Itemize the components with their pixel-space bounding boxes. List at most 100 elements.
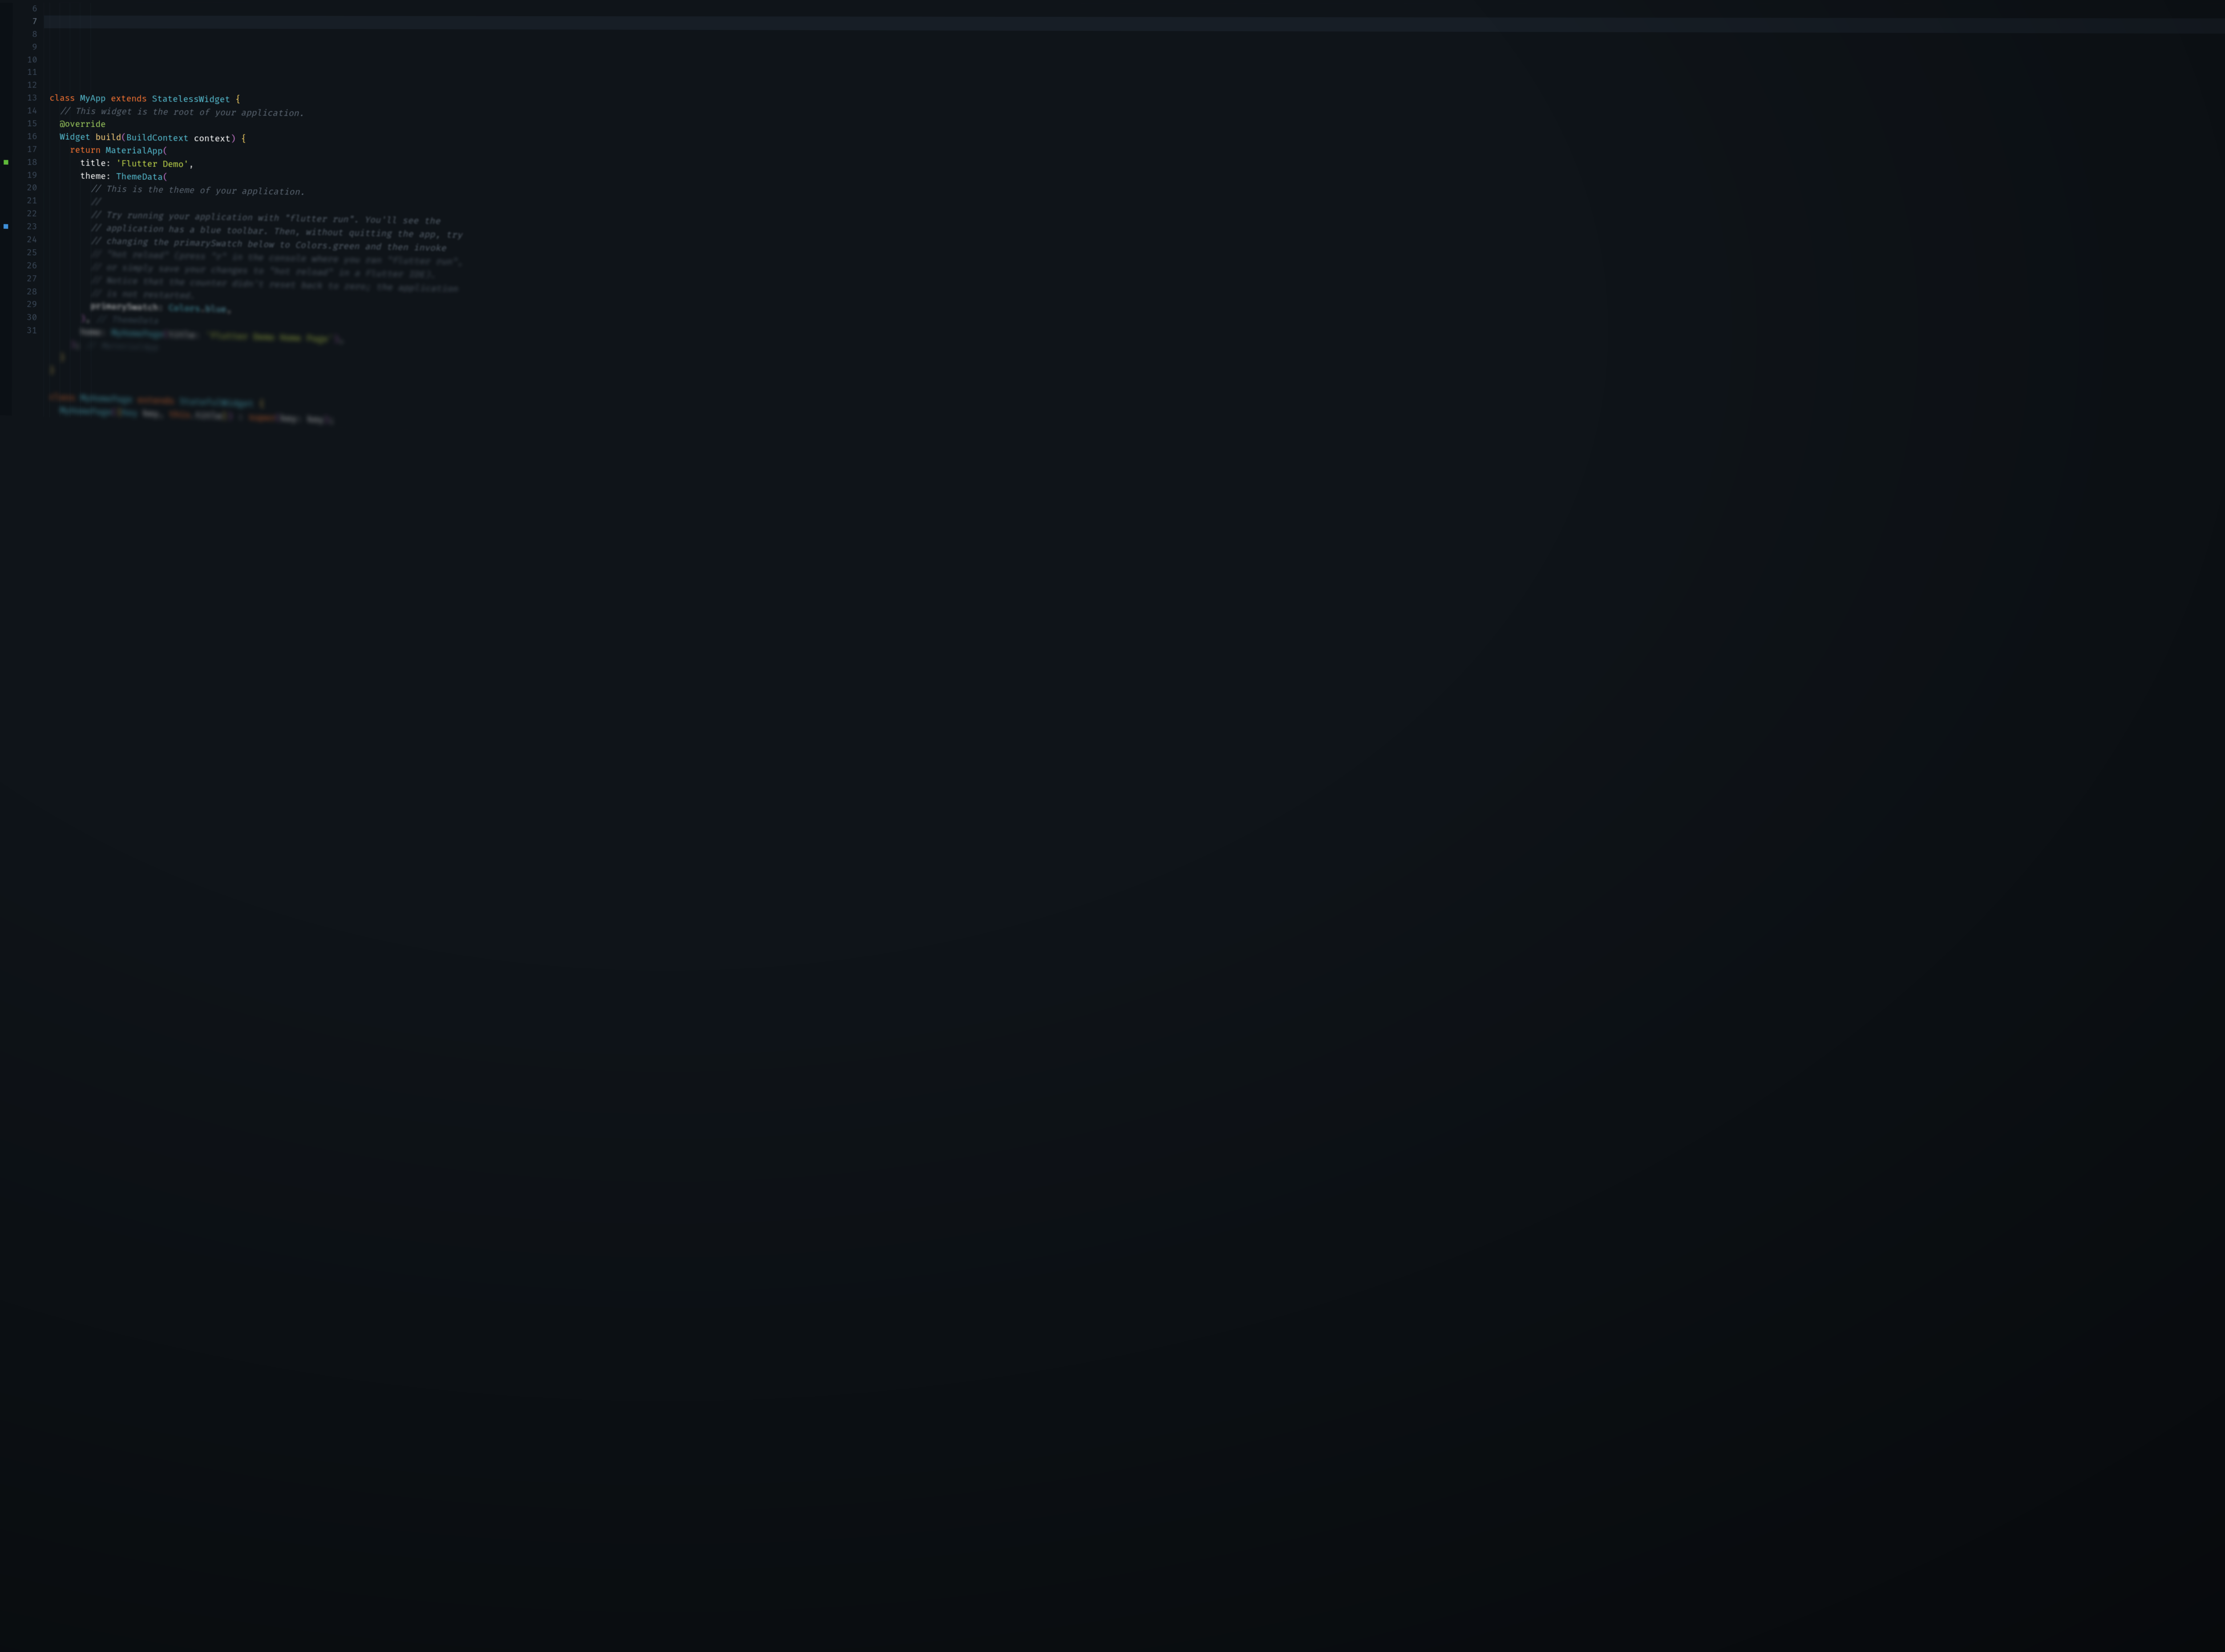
code-token: , (158, 409, 169, 420)
breakpoint-row[interactable] (0, 181, 12, 194)
line-number: 19 (12, 169, 37, 182)
code-token: } (60, 352, 65, 364)
code-token: title (195, 410, 222, 422)
code-token: Key (122, 407, 143, 419)
breakpoint-row[interactable] (0, 143, 12, 156)
code-token: ThemeData (116, 171, 163, 182)
code-token: @override (60, 119, 106, 130)
line-number-gutter: 6789101112131415161718192021222324252627… (12, 3, 44, 417)
code-token: MyHomePage (60, 405, 111, 418)
line-number: 27 (12, 272, 37, 286)
code-token: StatelessWidget (152, 94, 231, 105)
code-token: class (49, 93, 80, 104)
breakpoint-row[interactable] (0, 194, 12, 207)
breakpoint-row[interactable] (0, 284, 12, 298)
breakpoint-marker-icon[interactable] (4, 160, 8, 164)
code-token: // ThemeData (96, 314, 158, 327)
breakpoint-row[interactable] (0, 246, 12, 259)
code-token: super (248, 412, 275, 424)
code-token: 'Flutter Demo' (116, 158, 189, 170)
code-token: home (81, 327, 101, 338)
code-token: : (195, 330, 206, 341)
line-number: 7 (12, 16, 37, 28)
code-token: ) (231, 134, 236, 144)
code-token: , (339, 334, 344, 345)
code-token (236, 134, 241, 144)
code-token: build (96, 132, 121, 143)
code-token: key (307, 413, 324, 425)
breakpoint-marker-icon[interactable] (4, 224, 8, 229)
breakpoint-row[interactable] (0, 298, 12, 311)
breakpoint-row[interactable] (0, 220, 12, 233)
line-number: 14 (12, 105, 37, 117)
breakpoint-row[interactable] (0, 79, 12, 92)
code-token: : (106, 158, 116, 169)
code-token: ) (333, 334, 339, 345)
code-token: { (235, 94, 241, 105)
code-token: { (117, 407, 122, 418)
code-token: , (189, 159, 194, 170)
breakpoint-row[interactable] (0, 259, 12, 272)
code-token: { (259, 399, 264, 410)
code-token: key (280, 413, 296, 424)
line-number: 9 (12, 41, 37, 54)
code-token: ; (75, 340, 85, 351)
code-token: ) (70, 340, 75, 351)
line-number: 13 (12, 92, 37, 105)
code-token: MyHomePage (111, 328, 163, 340)
code-token: title (80, 158, 106, 169)
breakpoint-row[interactable] (0, 233, 12, 246)
breakpoint-row[interactable] (0, 16, 12, 28)
code-token: extends (106, 93, 152, 105)
code-token: { (241, 134, 246, 144)
line-number: 24 (12, 233, 37, 247)
code-token: MyHomePage (81, 393, 133, 405)
code-token: MyApp (80, 93, 106, 104)
breakpoint-row[interactable] (0, 311, 12, 324)
breakpoint-row[interactable] (0, 271, 12, 285)
code-token: primarySwatch (91, 301, 158, 313)
code-token: blue (205, 304, 227, 316)
code-editor[interactable]: 6789101112131415161718192021222324252627… (0, 0, 2225, 519)
breakpoint-row[interactable] (0, 207, 12, 220)
code-token: ( (162, 146, 168, 156)
breakpoint-row[interactable] (0, 156, 12, 169)
breakpoint-row[interactable] (0, 168, 12, 181)
line-number: 12 (12, 79, 37, 92)
line-number: 21 (12, 194, 37, 208)
line-number: 30 (12, 311, 37, 325)
breakpoint-row[interactable] (0, 117, 12, 130)
line-number: 6 (12, 3, 37, 16)
code-token: // This widget is the root of your appli… (60, 106, 304, 119)
breakpoint-row[interactable] (0, 105, 12, 117)
breakpoint-row[interactable] (0, 53, 12, 66)
breakpoint-row[interactable] (0, 41, 12, 54)
breakpoint-row[interactable] (0, 92, 12, 105)
code-token: ) (324, 414, 329, 425)
code-token: ( (163, 329, 169, 340)
code-token: BuildContext (126, 132, 194, 144)
code-token: ( (112, 407, 117, 418)
breakpoint-row[interactable] (0, 66, 12, 79)
code-token: } (49, 365, 55, 377)
code-token: , (85, 314, 96, 325)
code-token: Colors (169, 303, 200, 315)
code-token: ( (163, 172, 168, 182)
line-number: 15 (12, 117, 37, 130)
breakpoint-gutter[interactable] (0, 3, 13, 415)
breakpoint-row[interactable] (0, 28, 12, 41)
code-token: , (227, 304, 232, 316)
breakpoint-row[interactable] (0, 3, 13, 15)
code-token: ( (275, 413, 280, 424)
code-token: // MaterialApp (85, 340, 158, 353)
code-token: ) (81, 314, 86, 325)
code-token: MaterialApp (106, 145, 163, 157)
code-token (230, 94, 235, 105)
code-token: theme (80, 170, 106, 182)
code-token: class (49, 392, 81, 404)
breakpoint-row[interactable] (0, 324, 12, 337)
breakpoint-row[interactable] (0, 130, 12, 143)
code-token: : (297, 413, 307, 425)
line-number: 31 (12, 324, 37, 338)
code-area[interactable]: class MyApp extends StatelessWidget { //… (44, 3, 2225, 519)
